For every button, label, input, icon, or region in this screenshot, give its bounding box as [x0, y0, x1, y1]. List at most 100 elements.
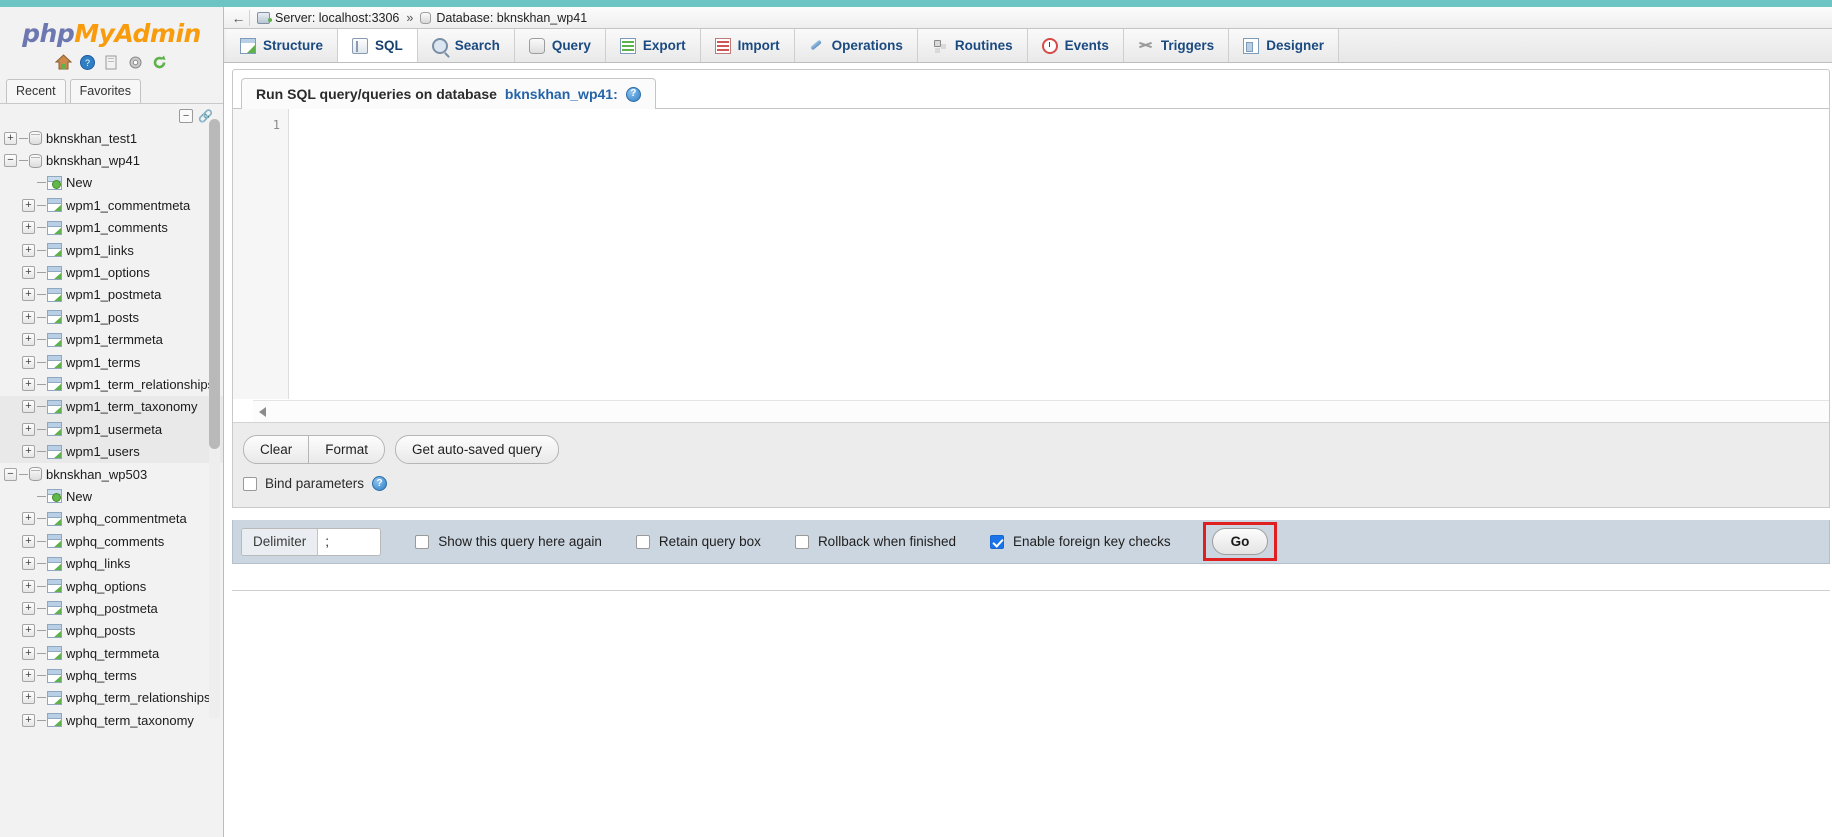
tree-item-wphq_options[interactable]: + wphq_options — [0, 575, 223, 597]
tab-events[interactable]: Events — [1027, 29, 1124, 62]
tree-item-bknskhan_test1[interactable]: + bknskhan_test1 — [0, 127, 223, 149]
tab-export[interactable]: Export — [605, 29, 701, 62]
delimiter-input[interactable] — [318, 528, 381, 555]
checkbox-retain-query-box[interactable] — [635, 534, 650, 549]
tree-item-wpm1_postmeta[interactable]: + wpm1_postmeta — [0, 284, 223, 306]
tab-structure[interactable]: Structure — [226, 29, 339, 62]
expand-icon[interactable]: + — [22, 266, 35, 280]
tab-query[interactable]: Query — [514, 29, 606, 62]
tab-triggers[interactable]: Triggers — [1123, 29, 1230, 62]
home-icon[interactable] — [54, 54, 73, 71]
tree-item-wphq_commentmeta[interactable]: + wphq_commentmeta — [0, 508, 223, 530]
tree-item-wpm1_users[interactable]: + wpm1_users — [0, 440, 223, 463]
tree-item-new[interactable]: New — [0, 172, 223, 194]
expand-icon[interactable]: + — [22, 691, 35, 705]
option-retain-query-box[interactable]: Retain query box — [635, 534, 761, 549]
tree-item-wphq_posts[interactable]: + wphq_posts — [0, 620, 223, 642]
help-icon[interactable]: ? — [372, 476, 388, 491]
tree-item-wpm1_terms[interactable]: + wpm1_terms — [0, 351, 223, 373]
option-show-this-query-here-again[interactable]: Show this query here again — [415, 534, 602, 549]
breadcrumb-server[interactable]: Server: localhost:3306 — [275, 11, 399, 25]
tree-item-wpm1_commentmeta[interactable]: + wpm1_commentmeta — [0, 194, 223, 216]
expand-icon[interactable]: + — [22, 601, 35, 615]
expand-icon[interactable]: + — [22, 355, 35, 369]
option-rollback-when-finished[interactable]: Rollback when finished — [794, 534, 956, 549]
tab-routines[interactable]: Routines — [917, 29, 1028, 62]
collapse-icon[interactable]: − — [4, 467, 17, 481]
table-icon — [47, 220, 62, 235]
editor-horizontal-scrollbar[interactable] — [253, 400, 1829, 422]
table-icon — [47, 444, 62, 459]
format-button[interactable]: Format — [309, 435, 386, 464]
sql-editor-textarea[interactable] — [289, 109, 1829, 399]
checkbox-enable-foreign-key-checks[interactable] — [990, 534, 1005, 549]
get-auto-saved-query-button[interactable]: Get auto-saved query — [395, 435, 559, 464]
tree-item-wpm1_usermeta[interactable]: + wpm1_usermeta — [0, 418, 223, 441]
breadcrumb-database[interactable]: Database: bknskhan_wp41 — [436, 11, 587, 25]
back-arrow-icon[interactable]: ← — [228, 9, 250, 26]
help-icon[interactable]: ? — [625, 86, 641, 102]
collapse-all-icon[interactable]: − — [179, 109, 194, 123]
sidebar-scrollbar-thumb[interactable] — [209, 119, 220, 449]
refresh-icon[interactable] — [151, 54, 168, 71]
expand-icon[interactable]: + — [22, 713, 35, 727]
tab-sql[interactable]: SQL — [338, 29, 418, 62]
checkbox-show-this-query-here-again[interactable] — [415, 534, 430, 549]
tree-item-wphq_termmeta[interactable]: + wphq_termmeta — [0, 642, 223, 664]
collapse-icon[interactable]: − — [4, 154, 17, 168]
bind-parameters-checkbox[interactable] — [243, 476, 257, 491]
expand-icon[interactable]: + — [22, 579, 35, 593]
help-icon[interactable]: ? — [79, 54, 96, 71]
sql-editor[interactable]: 1 — [233, 108, 1829, 422]
expand-icon[interactable]: + — [22, 557, 35, 571]
tree-connector — [37, 204, 46, 206]
tree-item-new[interactable]: New — [0, 485, 223, 507]
expand-icon[interactable]: + — [22, 243, 35, 257]
clear-button[interactable]: Clear — [243, 435, 310, 464]
tree-item-wpm1_posts[interactable]: + wpm1_posts — [0, 306, 223, 328]
expand-icon[interactable]: + — [22, 333, 35, 347]
tree-item-wphq_terms[interactable]: + wphq_terms — [0, 664, 223, 686]
tab-search[interactable]: Search — [417, 29, 515, 62]
expand-icon[interactable]: + — [22, 422, 35, 436]
tree-item-wphq_postmeta[interactable]: + wphq_postmeta — [0, 597, 223, 619]
go-button[interactable]: Go — [1211, 528, 1269, 555]
sidebar-scrollbar[interactable] — [209, 119, 220, 719]
phpmyadmin-logo[interactable]: phpMyAdmin — [0, 7, 223, 50]
expand-icon[interactable]: + — [22, 221, 35, 235]
expand-icon[interactable]: + — [4, 131, 17, 145]
tree-item-wpm1_term_taxonomy[interactable]: + wpm1_term_taxonomy — [0, 395, 223, 419]
tree-item-wpm1_term_relationships[interactable]: + wpm1_term_relationships — [0, 373, 223, 395]
tree-item-wphq_comments[interactable]: + wphq_comments — [0, 530, 223, 552]
tree-item-bknskhan_wp41[interactable]: − bknskhan_wp41 — [0, 149, 223, 171]
expand-icon[interactable]: + — [22, 534, 35, 548]
expand-icon[interactable]: + — [22, 646, 35, 660]
recent-tab[interactable]: Recent — [6, 79, 66, 103]
expand-icon[interactable]: + — [22, 669, 35, 683]
favorites-tab[interactable]: Favorites — [69, 79, 142, 103]
expand-icon[interactable]: + — [22, 377, 35, 391]
expand-icon[interactable]: + — [22, 624, 35, 638]
tree-item-wpm1_termmeta[interactable]: + wpm1_termmeta — [0, 329, 223, 351]
expand-icon[interactable]: + — [22, 198, 35, 212]
tab-operations[interactable]: Operations — [794, 29, 918, 62]
tree-item-wphq_term_taxonomy[interactable]: + wphq_term_taxonomy — [0, 709, 223, 731]
settings-icon[interactable] — [127, 54, 144, 71]
expand-icon[interactable]: + — [22, 310, 35, 324]
expand-icon[interactable]: + — [22, 288, 35, 302]
expand-icon[interactable]: + — [22, 445, 35, 459]
scroll-left-arrow-icon[interactable] — [259, 407, 266, 417]
expand-icon[interactable]: + — [22, 400, 35, 414]
expand-icon[interactable]: + — [22, 512, 35, 526]
tab-designer[interactable]: Designer — [1229, 29, 1339, 62]
tree-item-wphq_links[interactable]: + wphq_links — [0, 552, 223, 574]
tree-item-wpm1_options[interactable]: + wpm1_options — [0, 261, 223, 283]
tree-item-wpm1_links[interactable]: + wpm1_links — [0, 239, 223, 261]
tree-item-wpm1_comments[interactable]: + wpm1_comments — [0, 217, 223, 239]
checkbox-rollback-when-finished[interactable] — [794, 534, 809, 549]
tree-item-wphq_term_relationships[interactable]: + wphq_term_relationships — [0, 687, 223, 709]
tab-import[interactable]: Import — [700, 29, 795, 62]
option-enable-foreign-key-checks[interactable]: Enable foreign key checks — [990, 534, 1171, 549]
docs-icon[interactable] — [103, 54, 120, 71]
tree-item-bknskhan_wp503[interactable]: − bknskhan_wp503 — [0, 463, 223, 485]
